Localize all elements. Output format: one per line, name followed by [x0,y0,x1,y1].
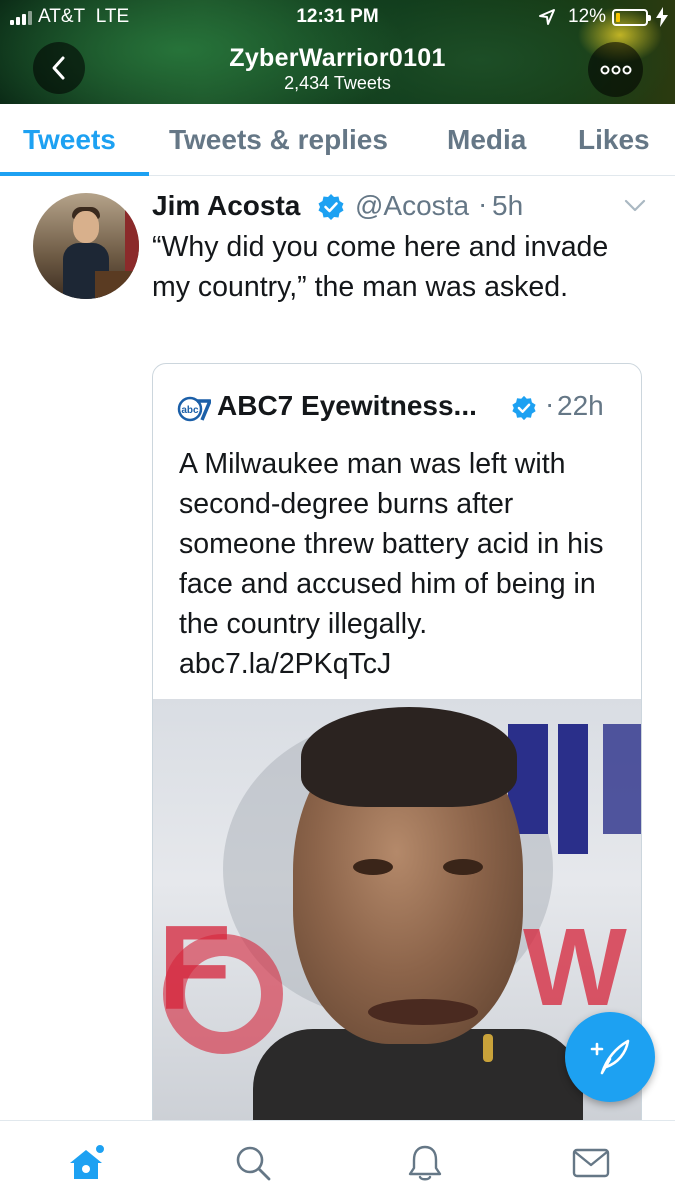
svg-text:abc: abc [181,405,199,416]
battery-icon [612,9,651,26]
compose-tweet-button[interactable] [565,1012,655,1102]
battery-percent: 12% [568,6,607,27]
tweet-author-handle[interactable]: @Acosta [355,190,469,222]
quoted-author-name: ABC7 Eyewitness... [217,390,477,421]
profile-name: ZyberWarrior0101 [229,44,446,72]
quoted-tweet-text: A Milwaukee man was left with second-deg… [179,448,604,640]
bell-icon [408,1145,442,1181]
tweet-count: 2,434 Tweets [284,73,391,93]
tweet-timestamp: 5h [492,190,524,221]
tab-likes[interactable]: Likes [578,124,650,156]
quoted-timestamp: 22h [557,390,604,421]
profile-header-banner: AT&T LTE 12:31 PM 12% ZyberWarrior0101 2… [0,0,675,104]
nav-messages[interactable] [569,1141,613,1185]
bottom-navigation [0,1120,675,1200]
active-tab-indicator [0,172,149,176]
more-icon [600,65,631,74]
meta-separator: · [478,188,488,219]
chevron-down-icon[interactable] [624,199,646,213]
meta-separator: · [545,388,555,419]
search-icon [236,1146,271,1181]
quoted-tweet-text-block: A Milwaukee man was left with second-deg… [179,444,629,684]
nav-home[interactable] [64,1141,108,1185]
battery-level-fill [616,13,620,22]
quoted-tweet[interactable]: abc ABC7 Eyewitness... · 22h A Milwaukee… [152,363,642,1120]
tab-tweets[interactable]: Tweets [23,124,116,156]
tweet-text: “Why did you come here and invade my cou… [152,231,609,303]
abc7-logo-icon: abc [177,396,211,422]
tab-media[interactable]: Media [447,124,526,156]
status-bar: AT&T LTE 12:31 PM 12% [0,0,675,36]
mail-icon [572,1148,610,1178]
compose-tweet-icon [590,1039,630,1075]
verified-badge-icon [512,395,536,421]
verified-badge-icon [318,194,344,220]
charging-bolt-icon [656,7,668,27]
quoted-tweet-link[interactable]: abc7.la/2PKqTcJ [179,644,629,684]
avatar[interactable] [33,193,139,299]
nav-search[interactable] [231,1141,275,1185]
profile-tabs: Tweets Tweets & replies Media Likes [0,104,675,176]
tab-tweets-and-replies[interactable]: Tweets & replies [169,124,388,156]
tweet-author-name[interactable]: Jim Acosta [152,190,300,222]
nav-notifications[interactable] [403,1141,447,1185]
more-options-button[interactable] [588,42,643,97]
home-icon [70,1143,106,1179]
tweet-card[interactable]: Jim Acosta @Acosta · 5h “Why did you com… [0,177,675,1120]
location-arrow-icon [539,9,555,25]
